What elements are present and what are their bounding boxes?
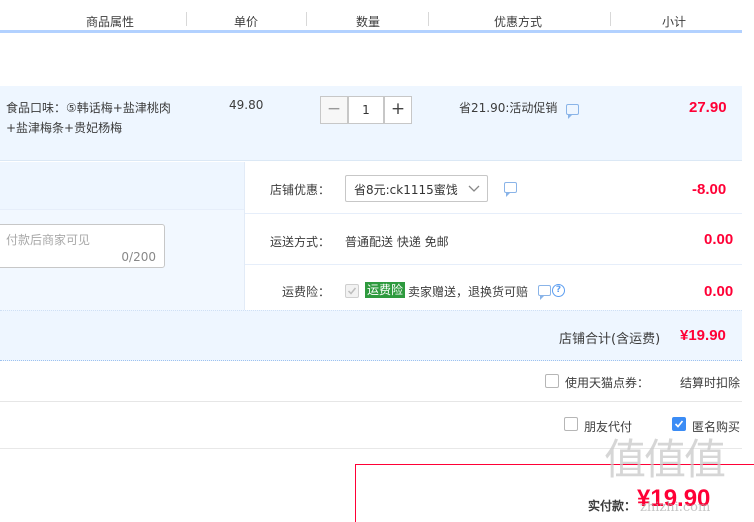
checkmark-icon	[347, 287, 357, 295]
insurance-text: 卖家赠送，退换货可赔	[408, 285, 529, 299]
divider	[244, 162, 245, 310]
column-header-discount: 优惠方式	[493, 15, 542, 29]
seller-memo-counter: 0/200	[121, 250, 156, 264]
quantity-input[interactable]: 1	[348, 96, 384, 124]
tmall-points-label: 使用天猫点券：	[565, 376, 650, 390]
item-subtotal: 27.90	[689, 99, 727, 116]
insurance-label: 运费险：	[282, 285, 331, 299]
column-separator	[610, 12, 611, 26]
quantity-decrement-button[interactable]: −	[320, 96, 348, 124]
watermark-logo: 值值值	[604, 435, 726, 484]
friend-pay-label: 朋友代付	[584, 420, 633, 434]
shipping-label: 运送方式：	[270, 235, 331, 249]
header-underline	[0, 30, 742, 33]
column-header-quantity: 数量	[355, 15, 380, 29]
item-attributes: 食品口味：⑤韩话梅+盐津桃肉 +盐津梅条+贵妃杨梅	[6, 98, 171, 138]
shipping-amount: 0.00	[704, 231, 734, 248]
column-separator	[306, 12, 307, 26]
shop-coupon-select-value: 省8元:ck1115蜜饯	[354, 183, 458, 197]
quantity-increment-button[interactable]: +	[384, 96, 412, 124]
watermark-url: zhizhi.com	[640, 500, 711, 515]
insurance-amount: 0.00	[704, 283, 734, 300]
payment-label: 实付款：	[588, 499, 637, 513]
shop-total-amount: ¥19.90	[680, 327, 726, 344]
column-header-attributes: 商品属性	[85, 15, 134, 29]
checkmark-icon	[674, 420, 684, 428]
column-separator	[186, 12, 187, 26]
shop-coupon-label: 店铺优惠：	[270, 183, 331, 197]
column-separator	[428, 12, 429, 26]
shipping-value: 普通配送 快递 免邮	[345, 235, 449, 249]
tmall-points-note: 结算时扣除	[680, 376, 741, 390]
item-discount: 省21.90:活动促销	[459, 101, 558, 115]
divider	[0, 209, 244, 210]
column-header-subtotal: 小计	[661, 15, 686, 29]
insurance-checkbox[interactable]	[345, 284, 359, 298]
shop-coupon-select[interactable]: 省8元:ck1115蜜饯	[345, 175, 488, 202]
shop-coupon-amount: -8.00	[692, 181, 727, 198]
message-icon[interactable]	[566, 104, 579, 119]
item-attributes-line: 食品口味：⑤韩话梅+盐津桃肉	[6, 101, 171, 115]
insurance-tag: 运费险	[365, 282, 406, 298]
column-header-unit-price: 单价	[233, 15, 258, 29]
help-icon[interactable]: ?	[552, 284, 565, 297]
seller-memo-placeholder: 付款后商家可见	[6, 233, 91, 247]
message-icon[interactable]	[504, 182, 517, 197]
message-icon[interactable]	[538, 285, 551, 300]
divider	[245, 213, 742, 214]
anonymous-checkbox[interactable]	[672, 417, 686, 431]
quantity-stepper: − 1 +	[320, 96, 412, 124]
item-unit-price: 49.80	[229, 98, 264, 112]
item-attributes-line: +盐津梅条+贵妃杨梅	[6, 121, 123, 135]
divider	[245, 264, 742, 265]
chevron-down-icon	[468, 185, 480, 192]
shop-total-label: 店铺合计(含运费)	[559, 332, 661, 347]
seller-memo-textarea[interactable]: 付款后商家可见 0/200	[0, 224, 165, 268]
anonymous-label: 匿名购买	[692, 420, 741, 434]
tmall-points-checkbox[interactable]	[545, 374, 559, 388]
friend-pay-checkbox[interactable]	[564, 417, 578, 431]
